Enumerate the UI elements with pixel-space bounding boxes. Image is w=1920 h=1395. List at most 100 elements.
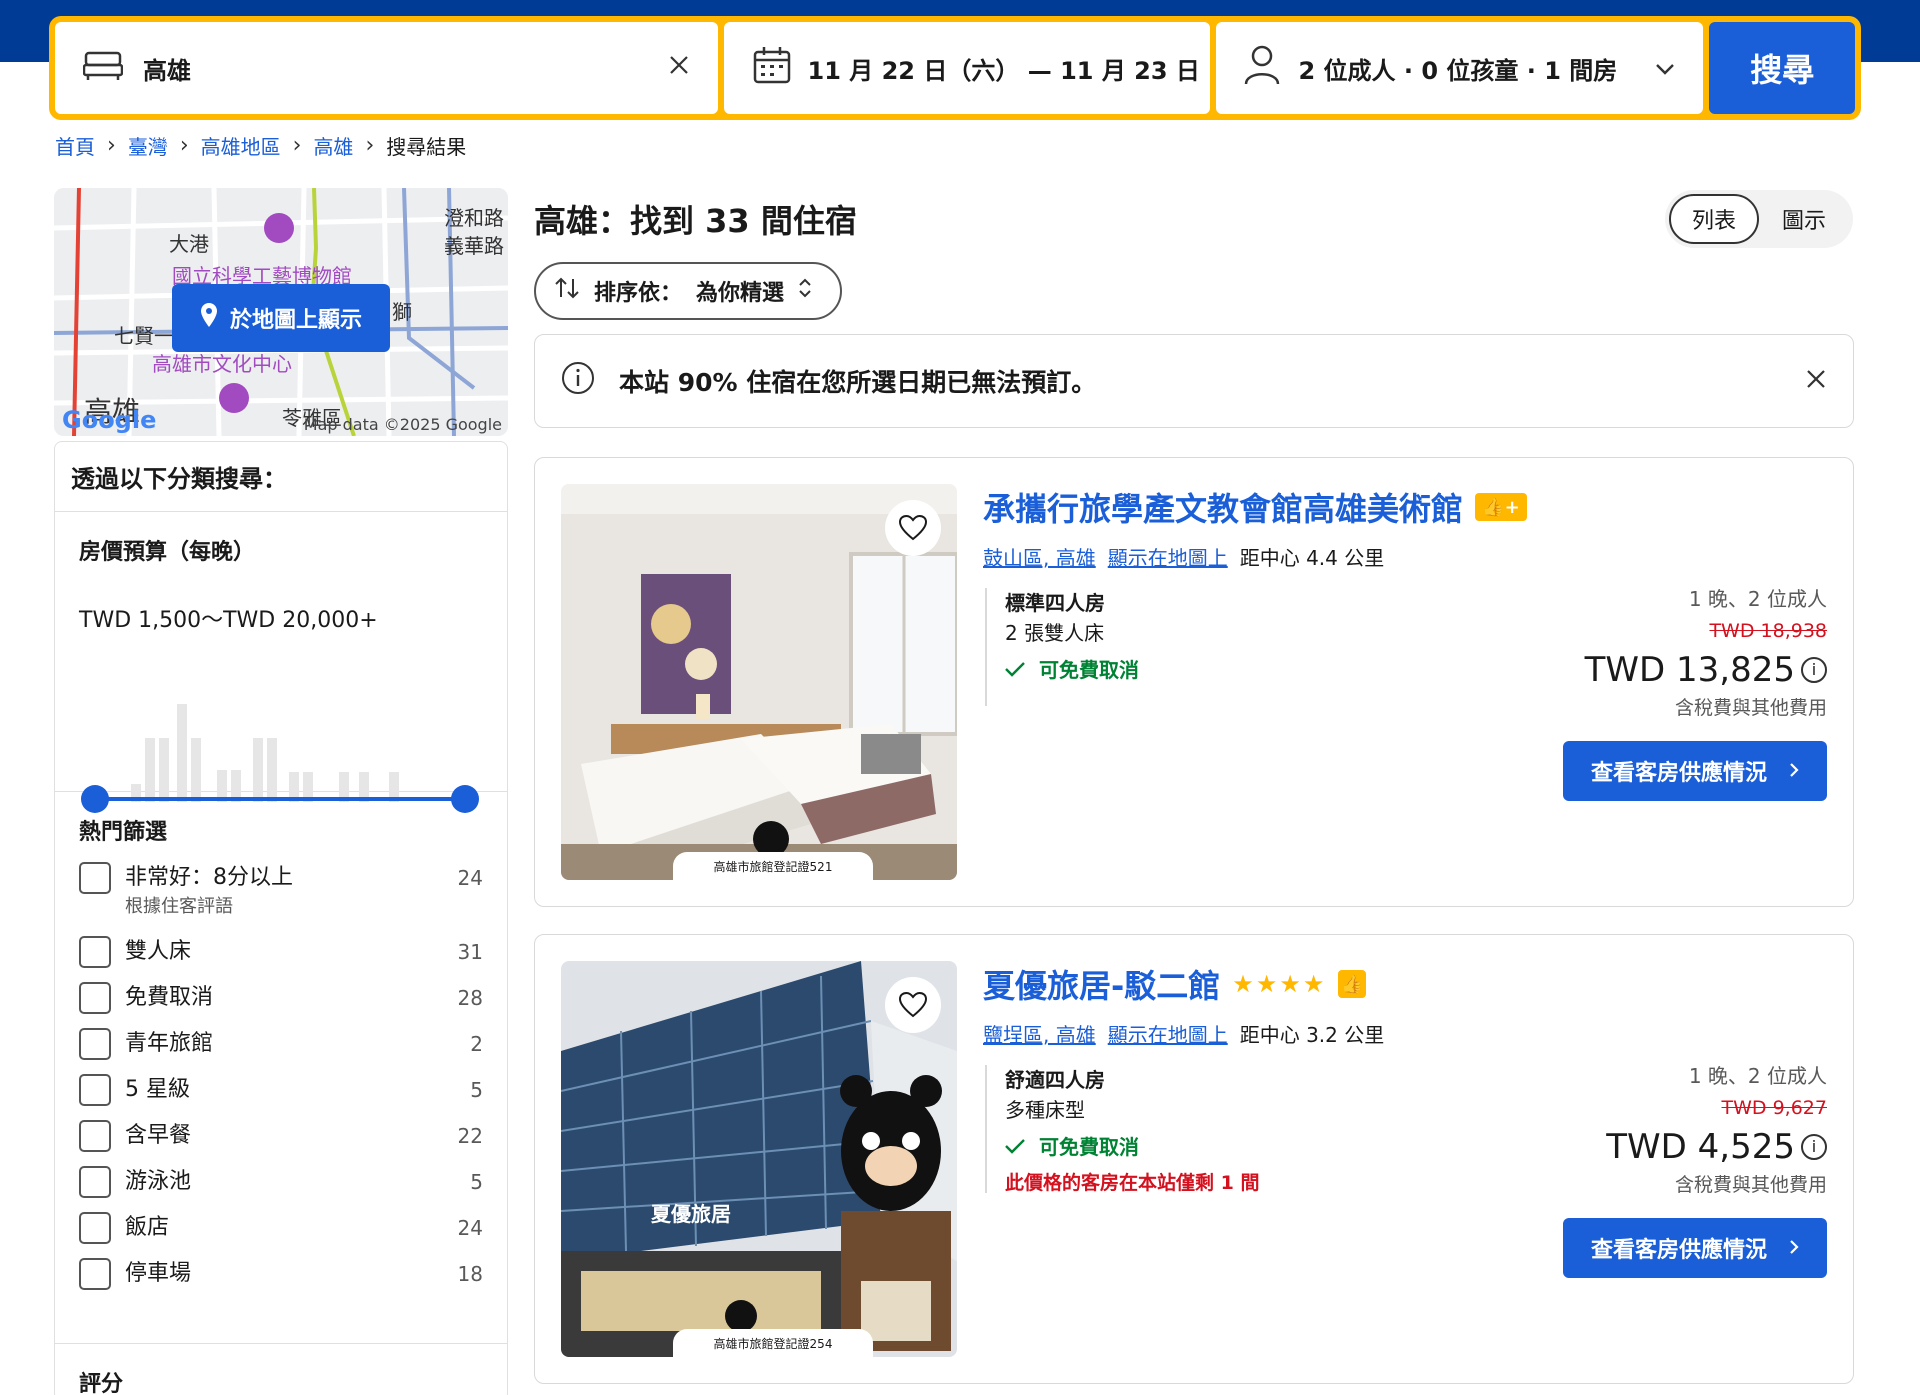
property-name[interactable]: 夏優旅居-駁二館 ★★★★ 👍 <box>983 961 1367 1007</box>
filter-option[interactable]: 飯店 24 <box>79 1212 483 1244</box>
histogram-bar <box>191 738 201 802</box>
property-photo[interactable]: 高雄市旅館登記證521 <box>561 484 957 880</box>
price-block: 1 晚、2 位成人 TWD 9,627 TWD 4,525 i 含稅費與其他費用 <box>1606 1059 1827 1199</box>
filter-checkbox[interactable] <box>79 1258 111 1290</box>
search-button[interactable]: 搜尋 <box>1709 22 1856 114</box>
filter-option[interactable]: 含早餐 22 <box>79 1120 483 1152</box>
occupancy-value[interactable]: 2 位成人 · 0 位孩童 · 1 間房 <box>1298 51 1655 86</box>
availability-alert: 本站 90% 住宿在您所選日期已無法預訂。 <box>534 334 1854 428</box>
filter-count: 31 <box>457 940 483 964</box>
property-name-text[interactable]: 承攜行旅學產文教會館高雄美術館 <box>983 484 1463 530</box>
price-slider-max-handle[interactable] <box>451 785 479 813</box>
filter-count: 5 <box>470 1170 483 1194</box>
filter-option[interactable]: 游泳池 5 <box>79 1166 483 1198</box>
info-icon <box>561 361 595 401</box>
close-icon[interactable] <box>1805 367 1827 396</box>
filter-count: 18 <box>457 1262 483 1286</box>
property-card: 夏優旅居 高雄市旅館登記證254 夏優旅居-駁二館 ★★★★ 👍 鹽埕區, 高雄… <box>534 934 1854 1384</box>
filter-checkbox[interactable] <box>79 936 111 968</box>
filter-checkbox[interactable] <box>79 1074 111 1106</box>
filter-option[interactable]: 雙人床 31 <box>79 936 483 968</box>
date-field[interactable]: 11 月 22 日（六） — 11 月 23 日（日） <box>723 22 1211 114</box>
stay-info: 1 晚、2 位成人 <box>1688 587 1827 611</box>
show-on-map-link[interactable]: 顯示在地圖上 <box>1108 1019 1228 1048</box>
map-label-center: 高雄市文化中心 <box>152 352 292 376</box>
filter-option[interactable]: 非常好：8分以上 根據住客評語 24 <box>79 862 483 920</box>
map-view-tab[interactable]: 圖示 <box>1759 194 1849 244</box>
property-name-text[interactable]: 夏優旅居-駁二館 <box>983 961 1220 1007</box>
filter-checkbox[interactable] <box>79 1120 111 1152</box>
distance-text: 距中心 4.4 公里 <box>1239 546 1385 570</box>
stay-info: 1 晚、2 位成人 <box>1688 1064 1827 1088</box>
map-copyright: Map data ©2025 Google <box>303 415 502 434</box>
calendar-icon <box>752 45 792 91</box>
clear-icon[interactable] <box>668 54 690 82</box>
bed-type: 多種床型 <box>1005 1098 1085 1122</box>
registration-badge: 高雄市旅館登記證254 <box>673 1329 873 1357</box>
district-link[interactable]: 鼓山區, 高雄 <box>983 542 1096 571</box>
chevron-right-icon: › <box>365 133 375 158</box>
filter-checkbox[interactable] <box>79 1166 111 1198</box>
histogram-bar <box>159 738 169 802</box>
filter-checkbox[interactable] <box>79 1212 111 1244</box>
chevron-right-icon: › <box>292 133 302 158</box>
see-availability-label: 查看客房供應情況 <box>1590 1237 1767 1262</box>
histogram-bar <box>267 738 277 802</box>
destination-field[interactable]: 高雄 <box>55 22 718 114</box>
filter-option[interactable]: 停車場 18 <box>79 1258 483 1290</box>
person-icon <box>1244 45 1280 91</box>
filter-label: 含早餐 <box>125 1123 192 1148</box>
see-availability-button[interactable]: 查看客房供應情況 <box>1563 1218 1827 1278</box>
info-icon[interactable]: i <box>1801 1134 1827 1160</box>
map-label-road: 澄和路 <box>444 206 504 230</box>
price-slider-track <box>81 785 479 813</box>
filter-option[interactable]: 青年旅館 2 <box>79 1028 483 1060</box>
property-name[interactable]: 承攜行旅學產文教會館高雄美術館 👍+ <box>983 484 1528 530</box>
budget-title: 房價預算（每晚） <box>79 540 256 565</box>
show-on-map-button[interactable]: 於地圖上顯示 <box>172 284 390 352</box>
histogram-bar <box>177 704 187 802</box>
favorite-heart-icon[interactable] <box>885 977 941 1033</box>
budget-filter: 房價預算（每晚） TWD 1,500～TWD 20,000+ <box>55 512 507 813</box>
occupancy-field[interactable]: 2 位成人 · 0 位孩童 · 1 間房 <box>1216 22 1704 114</box>
price-slider-min-handle[interactable] <box>81 785 109 813</box>
info-icon[interactable]: i <box>1801 657 1827 683</box>
map-preview[interactable]: 澄和路 義華路 大港 國立科學工藝博物館 獅 七賢一路 高雄市文化中心 高雄 苓… <box>54 188 508 436</box>
current-price-text: TWD 4,525 <box>1606 1127 1795 1167</box>
property-location: 鹽埕區, 高雄 顯示在地圖上 距中心 3.2 公里 <box>983 1019 1384 1048</box>
sort-value: 為你精選 <box>696 281 785 306</box>
results-title: 高雄：找到 33 間住宿 <box>534 202 857 240</box>
filter-option[interactable]: 5 星級 5 <box>79 1074 483 1106</box>
filter-label: 5 星級 <box>125 1077 190 1102</box>
histogram-bar <box>145 738 155 802</box>
registration-badge: 高雄市旅館登記證521 <box>673 852 873 880</box>
see-availability-button[interactable]: 查看客房供應情況 <box>1563 741 1827 801</box>
show-on-map-link[interactable]: 顯示在地圖上 <box>1108 542 1228 571</box>
filter-label: 停車場 <box>125 1261 192 1286</box>
sort-dropdown[interactable]: 排序依： 為你精選 <box>534 262 842 320</box>
breadcrumb-home[interactable]: 首頁 <box>55 131 95 160</box>
chevron-right-icon <box>1789 1235 1799 1261</box>
view-toggle: 列表 圖示 <box>1665 190 1853 248</box>
list-view-tab[interactable]: 列表 <box>1669 194 1759 244</box>
destination-value[interactable]: 高雄 <box>143 51 668 86</box>
filter-heading: 透過以下分類搜尋： <box>55 442 507 512</box>
filter-option[interactable]: 免費取消 28 <box>79 982 483 1014</box>
filter-checkbox[interactable] <box>79 1028 111 1060</box>
district-link[interactable]: 鹽埕區, 高雄 <box>983 1019 1096 1048</box>
date-value[interactable]: 11 月 22 日（六） — 11 月 23 日（日） <box>808 51 1211 86</box>
filter-count: 24 <box>457 1216 483 1240</box>
breadcrumb-city[interactable]: 高雄 <box>313 131 353 160</box>
chevron-down-icon[interactable] <box>1655 54 1675 82</box>
popular-filters: 熱門篩選 非常好：8分以上 根據住客評語 24 雙人床 31 免費取消 28 青年… <box>55 792 507 1344</box>
property-photo[interactable]: 夏優旅居 高雄市旅館登記證254 <box>561 961 957 1357</box>
breadcrumb-taiwan[interactable]: 臺灣 <box>128 131 168 160</box>
filter-checkbox[interactable] <box>79 982 111 1014</box>
favorite-heart-icon[interactable] <box>885 500 941 556</box>
filter-checkbox[interactable] <box>79 862 111 894</box>
map-label-road: 獅 <box>392 300 412 324</box>
breadcrumb-region[interactable]: 高雄地區 <box>201 131 281 160</box>
property-location: 鼓山區, 高雄 顯示在地圖上 距中心 4.4 公里 <box>983 542 1384 571</box>
checkmark-icon <box>1005 648 1025 692</box>
current-price: TWD 4,525 i <box>1606 1123 1827 1171</box>
